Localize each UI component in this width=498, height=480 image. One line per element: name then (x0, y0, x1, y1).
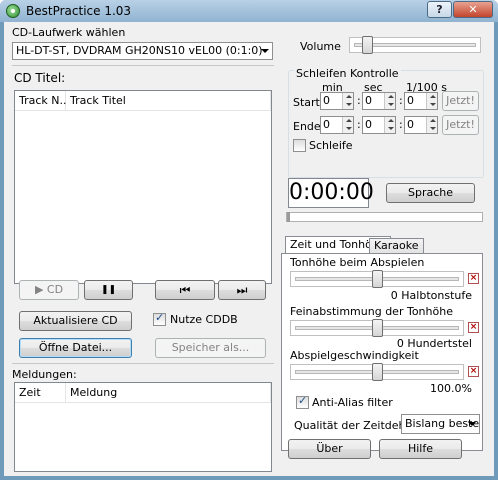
start-sec-value: 0 (365, 94, 372, 107)
title-bar[interactable]: BestPractice 1.03 ? ✕ (0, 0, 498, 22)
repeat-checkbox[interactable] (293, 139, 306, 152)
divider (12, 65, 274, 66)
tab-karaoke[interactable]: Karaoke (369, 238, 424, 254)
stepper-arrows-icon[interactable] (342, 93, 353, 109)
fine-tune-reset-icon[interactable]: × (468, 322, 479, 333)
colon-separator: : (357, 94, 361, 107)
fine-tune-label: Feinabstimmung der Tonhöhe (290, 305, 453, 318)
cddb-label: Nutze CDDB (170, 313, 238, 326)
end-min-stepper[interactable]: 0 (320, 116, 354, 134)
end-min-value: 0 (323, 118, 330, 131)
colon-separator: : (357, 118, 361, 131)
cddb-checkbox[interactable] (153, 311, 166, 326)
tab-panel-time-and-pitch: Tonhöhe beim Abspielen × 0 Halbtonstufe … (281, 253, 483, 451)
antialias-label: Anti-Alias filter (312, 396, 393, 409)
volume-label: Volume (300, 40, 341, 53)
speed-slider-thumb[interactable] (372, 363, 383, 381)
speed-label: Abspielgeschwindigkeit (290, 349, 419, 362)
app-logo-icon (6, 4, 20, 18)
about-button[interactable]: Über (288, 439, 371, 459)
chevron-down-icon (468, 422, 476, 426)
title-help-button[interactable]: ? (427, 1, 452, 18)
help-button[interactable]: Hilfe (379, 439, 462, 459)
next-track-button[interactable]: ⏭ (218, 280, 266, 300)
play-cd-button[interactable]: ▶ CD (19, 280, 79, 300)
start-min-value: 0 (323, 94, 330, 107)
drive-select-value: HL-DT-ST, DVDRAM GH20NS10 vEL00 (0:1:0) (16, 44, 263, 57)
start-hundredth-value: 0 (407, 94, 414, 107)
divider (12, 363, 274, 364)
window-title: BestPractice 1.03 (26, 4, 132, 18)
column-header-track-number[interactable]: Track N... (15, 91, 70, 111)
drive-label: CD-Laufwerk wählen (12, 26, 126, 39)
column-header-track-title[interactable]: Track Titel (66, 91, 271, 111)
chevron-down-icon (261, 49, 269, 53)
stepper-arrows-icon[interactable] (342, 117, 353, 133)
client-area: CD-Laufwerk wählen HL-DT-ST, DVDRAM GH20… (4, 22, 494, 476)
messages-list[interactable]: Zeit Meldung (14, 382, 272, 472)
speed-reset-icon[interactable]: × (468, 366, 479, 377)
language-button[interactable]: Sprache (386, 183, 475, 203)
antialias-checkbox[interactable] (296, 394, 309, 409)
stepper-arrows-icon[interactable] (426, 117, 437, 133)
volume-slider-thumb[interactable] (362, 36, 373, 54)
speed-value: 100.0% (430, 382, 472, 395)
position-slider[interactable] (286, 212, 483, 222)
volume-slider[interactable] (349, 36, 481, 54)
loop-start-now-button[interactable]: Jetzt! (442, 91, 479, 111)
skip-forward-icon: ⏭ (236, 283, 248, 297)
start-sec-stepper[interactable]: 0 (362, 92, 396, 110)
loop-start-label: Start (293, 96, 320, 109)
time-display: 0:00:00 (288, 178, 374, 208)
start-min-stepper[interactable]: 0 (320, 92, 354, 110)
stepper-arrows-icon[interactable] (426, 93, 437, 109)
end-hundredth-value: 0 (407, 118, 414, 131)
skip-back-icon: ⏮ (179, 283, 191, 297)
loop-control-title: Schleifen Kontrolle (294, 67, 401, 80)
drive-select[interactable]: HL-DT-ST, DVDRAM GH20NS10 vEL00 (0:1:0) (12, 42, 273, 60)
end-sec-stepper[interactable]: 0 (362, 116, 396, 134)
end-sec-value: 0 (365, 118, 372, 131)
cd-titles-label: CD Titel: (14, 71, 66, 85)
previous-track-button[interactable]: ⏮ (155, 280, 215, 300)
column-header-message[interactable]: Meldung (66, 383, 271, 403)
pitch-label: Tonhöhe beim Abspielen (290, 256, 425, 269)
pause-icon: ❚❚ (100, 285, 117, 295)
save-as-button[interactable]: Speicher als... (155, 338, 266, 358)
open-file-button[interactable]: Öffne Datei... (19, 338, 132, 358)
repeat-label: Schleife (309, 139, 353, 152)
pause-button[interactable]: ❚❚ (84, 280, 133, 300)
app-window: BestPractice 1.03 ? ✕ CD-Laufwerk wählen… (0, 0, 498, 480)
pitch-slider[interactable] (290, 270, 464, 288)
track-list[interactable]: Track N... Track Titel (14, 90, 272, 284)
pitch-slider-thumb[interactable] (372, 270, 383, 288)
start-hundredth-stepper[interactable]: 0 (404, 92, 438, 110)
loop-end-now-button[interactable]: Jetzt! (442, 115, 479, 135)
loop-end-label: Ende (293, 120, 321, 133)
pitch-value: 0 Halbtonstufe (390, 289, 472, 302)
stepper-arrows-icon[interactable] (384, 93, 395, 109)
position-slider-thumb[interactable] (287, 212, 290, 222)
fine-tune-slider[interactable] (290, 319, 464, 337)
colon-separator: : (399, 118, 403, 131)
stepper-arrows-icon[interactable] (384, 117, 395, 133)
quality-select[interactable]: Bislang beste... (401, 414, 480, 434)
end-hundredth-stepper[interactable]: 0 (404, 116, 438, 134)
close-button[interactable]: ✕ (453, 1, 493, 18)
fine-tune-slider-thumb[interactable] (372, 319, 383, 337)
speed-slider[interactable] (290, 363, 464, 381)
colon-separator: : (399, 94, 403, 107)
pitch-reset-icon[interactable]: × (468, 273, 479, 284)
messages-label: Meldungen: (12, 368, 77, 381)
refresh-cd-button[interactable]: Aktualisiere CD (19, 311, 132, 331)
column-header-time[interactable]: Zeit (15, 383, 66, 403)
